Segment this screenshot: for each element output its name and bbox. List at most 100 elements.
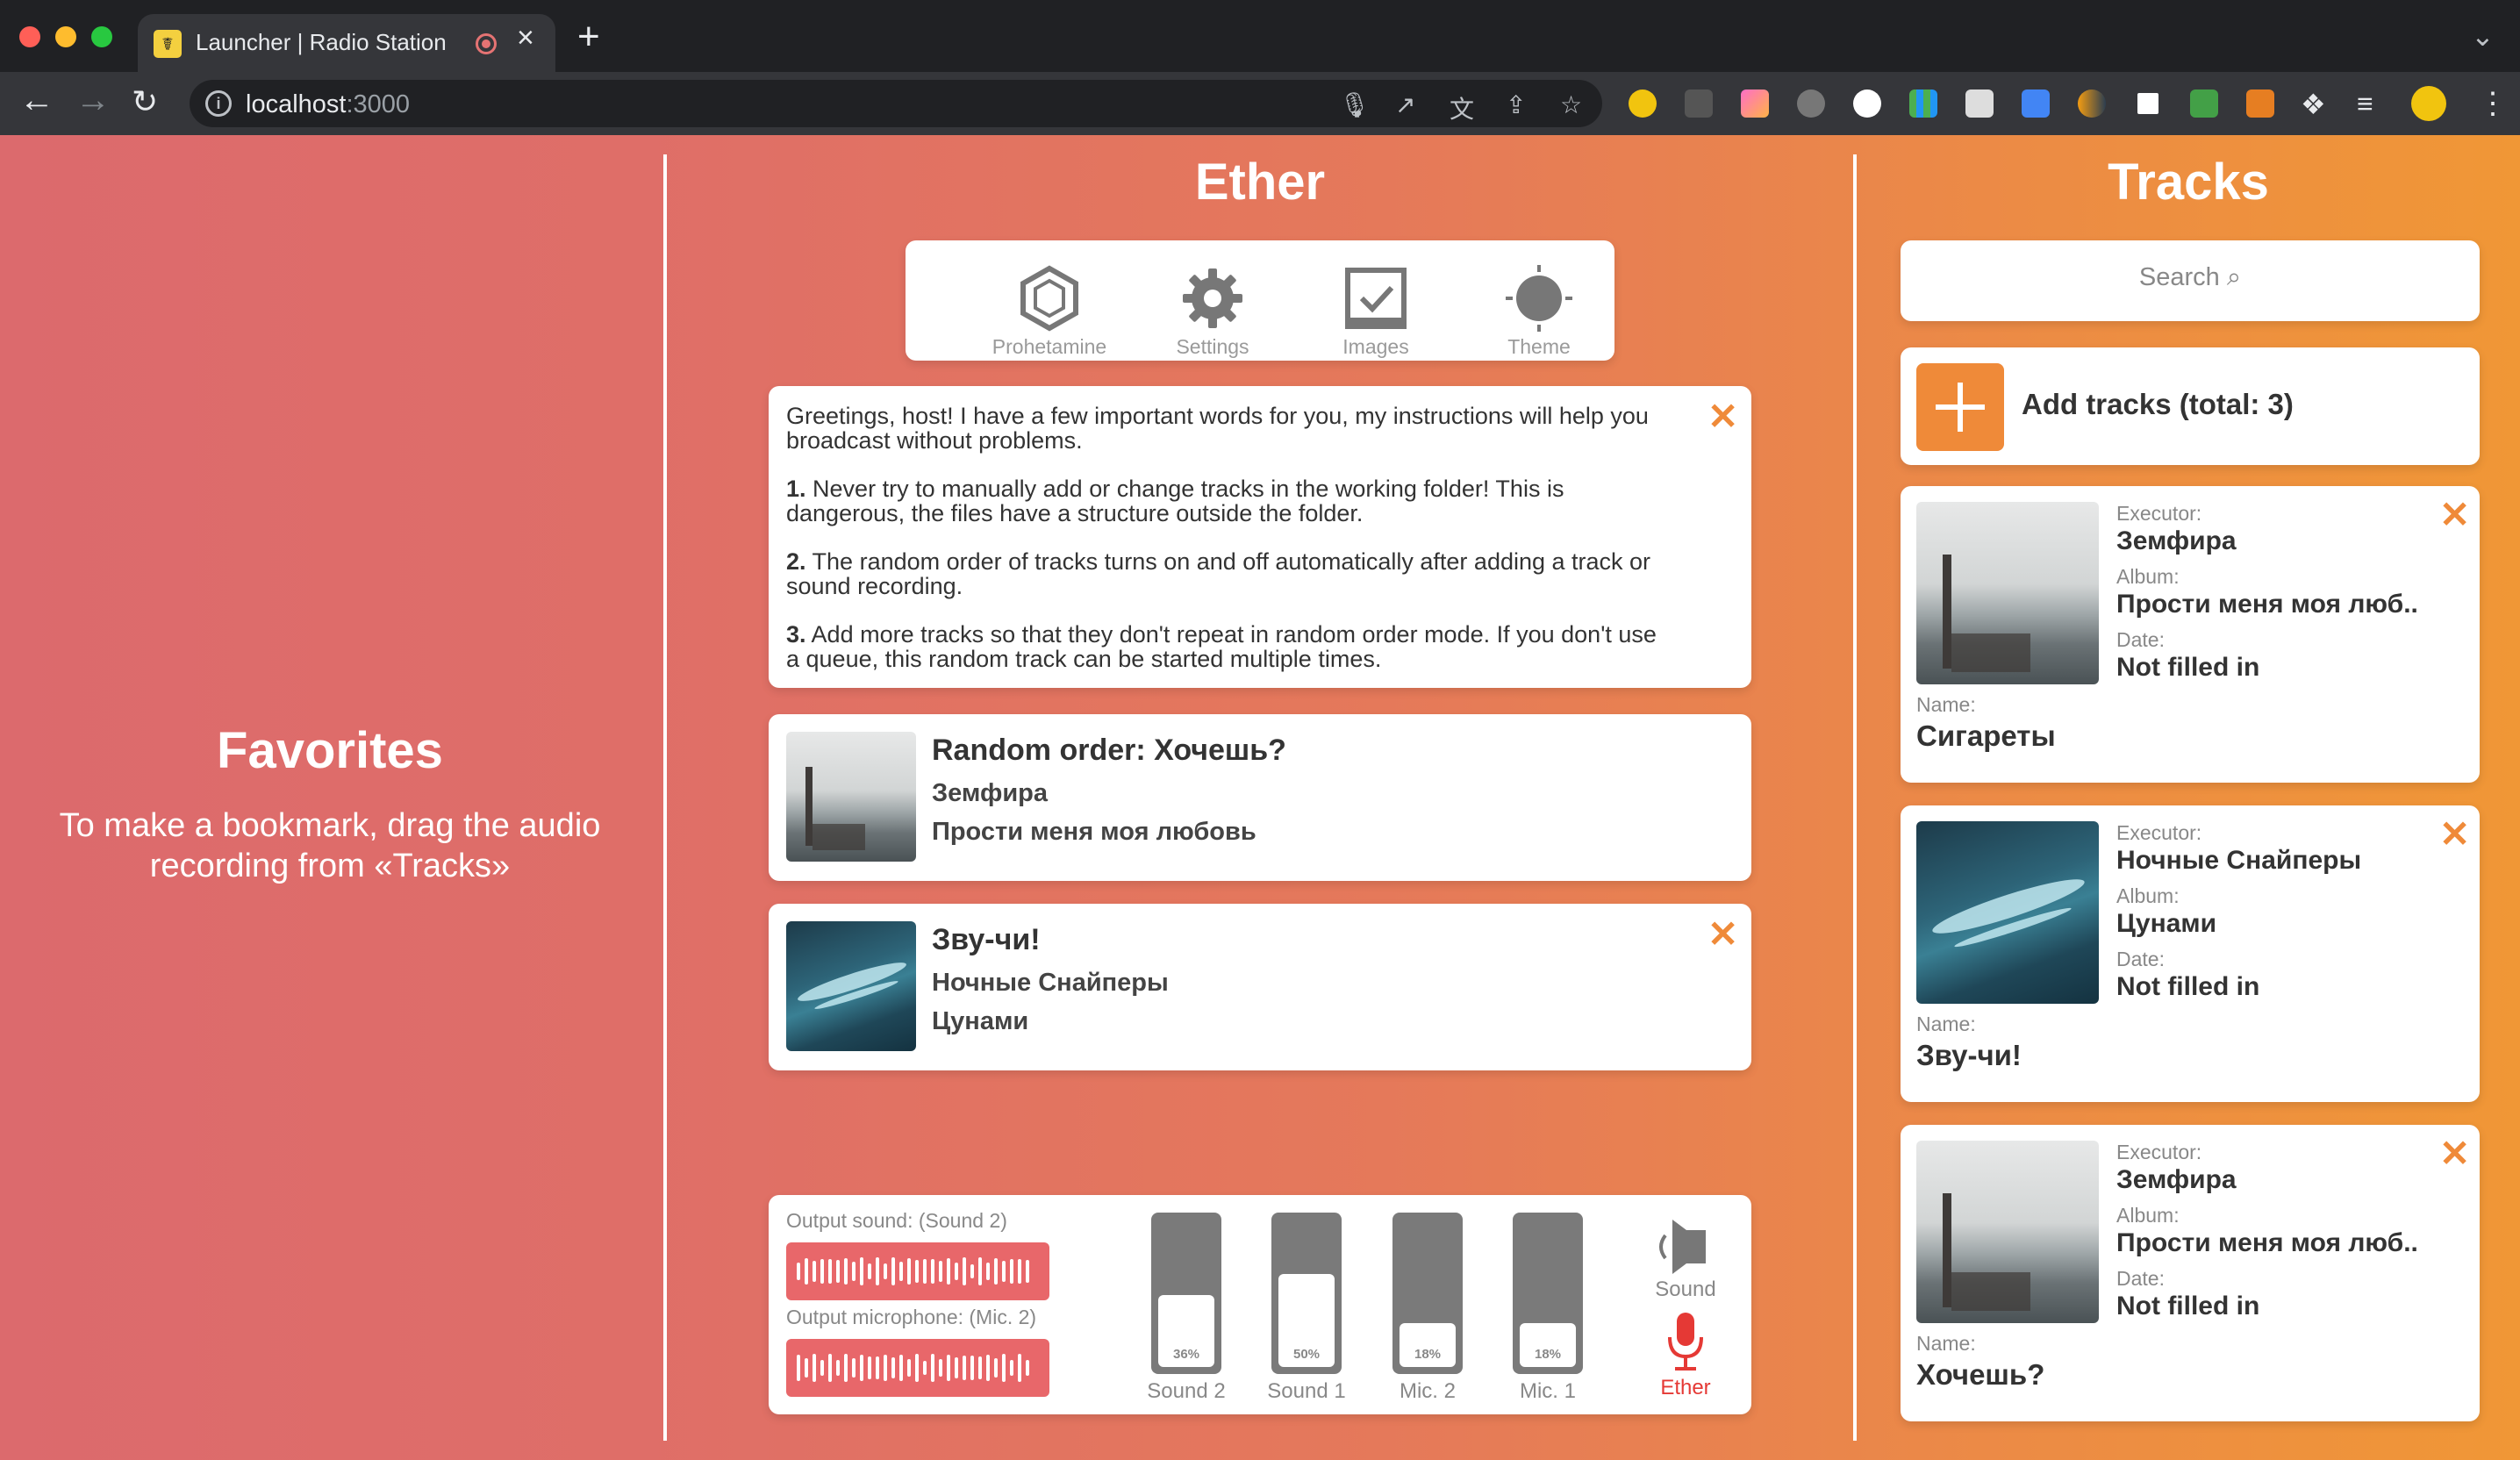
track-card[interactable]: Executor: Земфира Album: Прости меня моя… <box>1901 486 2480 783</box>
tab-search-chevron-icon[interactable]: ⌄ <box>2471 19 2495 53</box>
extensions-puzzle-icon[interactable]: ❖ <box>2301 88 2326 121</box>
album-cover <box>1916 502 2099 684</box>
image-check-icon <box>1345 268 1407 329</box>
queue-item-title: Random order: Хочешь? <box>932 734 1286 767</box>
waveform-bar <box>820 1360 824 1376</box>
recording-indicator-icon <box>476 33 497 54</box>
radio-tower-icon: ☤ <box>154 30 182 58</box>
waveform-bar <box>813 1260 816 1283</box>
extension-grid-icon[interactable] <box>1909 89 1937 118</box>
waveform-bar <box>1010 1360 1013 1376</box>
name-label: Name: <box>1916 693 1976 716</box>
close-tab-icon[interactable]: × <box>517 23 534 53</box>
waveform-bar <box>939 1358 942 1378</box>
track-date: Not filled in <box>2116 653 2260 682</box>
waveform-bar <box>986 1355 990 1381</box>
queue-item-title: Зву-чи! <box>932 923 1041 956</box>
window-controls[interactable] <box>19 26 112 47</box>
executor-label: Executor: <box>2116 1141 2202 1163</box>
track-card[interactable]: Executor: Ночные Снайперы Album: Цунами … <box>1901 805 2480 1102</box>
minimize-window-button[interactable] <box>55 26 76 47</box>
share-icon[interactable]: ⇪ <box>1506 90 1526 119</box>
extension-translate-icon[interactable] <box>2022 89 2050 118</box>
track-date: Not filled in <box>2116 972 2260 1001</box>
sound-button[interactable]: Sound <box>1646 1216 1725 1309</box>
album-label: Album: <box>2116 884 2180 907</box>
extension-fox-icon[interactable] <box>2246 89 2274 118</box>
waveform-bar <box>1018 1259 1021 1284</box>
fader-mic-1[interactable]: 18% <box>1513 1213 1583 1374</box>
app-page: Favorites To make a bookmark, drag the a… <box>0 135 2520 1460</box>
browser-menu-icon[interactable]: ⋮ <box>2478 86 2508 121</box>
extension-gradient-icon[interactable] <box>1741 89 1769 118</box>
extension-dark-icon[interactable] <box>1685 89 1713 118</box>
close-window-button[interactable] <box>19 26 40 47</box>
fader-percent: 18% <box>1534 1347 1562 1362</box>
add-tracks-button[interactable]: Add tracks (total: 3) <box>1901 347 2480 465</box>
microphone-icon[interactable]: 🎙 <box>1339 90 1371 119</box>
waveform-bar <box>986 1262 990 1281</box>
output-mic-waveform[interactable] <box>786 1339 1049 1397</box>
ether-button[interactable]: Ether <box>1646 1311 1725 1407</box>
close-icon[interactable]: ✕ <box>1707 398 1738 435</box>
instructions-item: 3. Add more tracks so that they don't re… <box>786 621 1657 672</box>
fader-mic-2[interactable]: 18% <box>1392 1213 1463 1374</box>
browser-tab[interactable]: ☤ Launcher | Radio Station × <box>138 14 555 72</box>
extension-w-icon[interactable] <box>1853 89 1881 118</box>
output-sound-label: Output sound: (Sound 2) <box>786 1209 1007 1232</box>
queue-item-album: Цунами <box>932 1007 1029 1035</box>
waveform-bar <box>1002 1354 1006 1382</box>
mixer-panel: Output sound: (Sound 2) Output microphon… <box>769 1195 1751 1414</box>
extension-window-icon[interactable] <box>2134 89 2162 118</box>
instructions-intro: Greetings, host! I have a few important … <box>786 403 1649 454</box>
waveform-bar <box>939 1261 942 1282</box>
delete-track-icon[interactable]: ✕ <box>2439 497 2470 533</box>
translate-icon[interactable]: 文 <box>1450 90 1474 125</box>
waveform-bar <box>994 1257 998 1285</box>
waveform-bar <box>907 1359 911 1377</box>
executor-label: Executor: <box>2116 821 2202 844</box>
remove-from-queue-icon[interactable]: ✕ <box>1707 916 1738 953</box>
waveform-bar <box>852 1357 856 1378</box>
instructions-item: 1. Never try to manually add or change t… <box>786 476 1564 526</box>
extension-gear-icon[interactable] <box>1797 89 1825 118</box>
queue-item[interactable]: Зву-чи! Ночные Снайперы Цунами ✕ <box>769 904 1751 1070</box>
track-card[interactable]: Executor: Земфира Album: Прости меня моя… <box>1901 1125 2480 1421</box>
track-search-input[interactable]: Search ⌕ <box>1901 240 2480 321</box>
fader-sound-2[interactable]: 36% <box>1151 1213 1221 1374</box>
album-cover <box>786 732 916 862</box>
waveform-bar <box>868 1356 871 1380</box>
open-external-icon[interactable]: ↗ <box>1395 90 1415 119</box>
fader-percent: 50% <box>1292 1347 1321 1362</box>
new-tab-button[interactable]: + <box>577 18 600 56</box>
maximize-window-button[interactable] <box>91 26 112 47</box>
extension-moon-icon[interactable] <box>2078 89 2106 118</box>
media-queue-icon[interactable]: ≡ <box>2357 88 2373 120</box>
back-arrow-icon[interactable]: ← <box>19 82 54 118</box>
reload-icon[interactable]: ↻ <box>132 86 158 118</box>
site-info-icon[interactable]: i <box>205 90 232 117</box>
waveform-bar <box>797 1262 800 1281</box>
profile-avatar[interactable] <box>2411 86 2446 121</box>
delete-track-icon[interactable]: ✕ <box>2439 816 2470 853</box>
queue-item-artist: Земфира <box>932 779 1049 807</box>
waveform-bar <box>820 1258 824 1285</box>
executor-label: Executor: <box>2116 502 2202 525</box>
url-text[interactable]: localhost:3000 <box>246 90 410 119</box>
waveform-bar <box>1002 1261 1006 1282</box>
fader-sound-1[interactable]: 50% <box>1271 1213 1342 1374</box>
delete-track-icon[interactable]: ✕ <box>2439 1135 2470 1172</box>
favorites-title: Favorites <box>217 722 443 779</box>
extension-green-icon[interactable] <box>2190 89 2218 118</box>
queue-item[interactable]: Random order: Хочешь? Земфира Прости мен… <box>769 714 1751 881</box>
output-sound-waveform[interactable] <box>786 1242 1049 1300</box>
forward-arrow-icon[interactable]: → <box>75 82 111 118</box>
instructions-item: 2. The random order of tracks turns on a… <box>786 548 1651 599</box>
extension-coin-icon[interactable] <box>1629 89 1657 118</box>
address-bar[interactable]: i localhost:3000 🎙 ↗ 文 ⇪ ☆ <box>190 80 1602 127</box>
bookmark-star-icon[interactable]: ☆ <box>1560 90 1582 119</box>
waveform-bar <box>899 1354 903 1382</box>
waveform-bar <box>931 1354 934 1382</box>
extension-printer-icon[interactable] <box>1965 89 1994 118</box>
waveform-bar <box>828 1354 832 1382</box>
